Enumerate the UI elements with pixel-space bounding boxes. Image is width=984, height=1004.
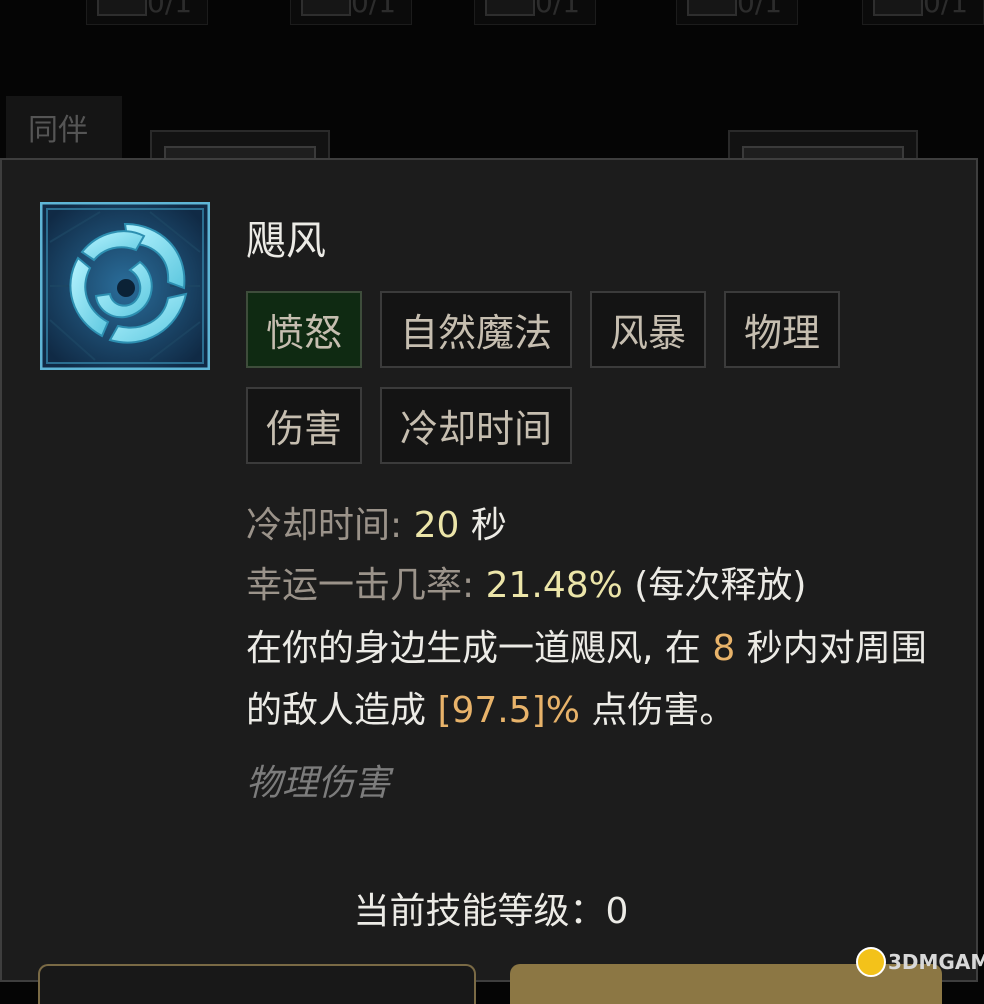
description-text: 点伤害。 — [579, 690, 736, 731]
duration-value: 8 — [712, 628, 736, 669]
cooldown-value: 20 — [413, 505, 460, 546]
skill-tooltip: 飓风 愤怒 自然魔法 风暴 物理 伤害 冷却时间 冷却时间: 20 秒 幸运一击… — [0, 158, 978, 1004]
slot-frame — [687, 0, 737, 16]
description-text: 在你的身边生成一道飓风, 在 — [246, 628, 713, 669]
background-skill-slot[interactable]: 0/1 — [862, 0, 984, 25]
background-skill-frame — [728, 130, 918, 160]
skill-tags: 愤怒 自然魔法 风暴 物理 伤害 冷却时间 — [246, 291, 886, 464]
watermark-logo-icon — [856, 947, 886, 977]
cooldown-unit: 秒 — [459, 505, 507, 546]
background-skill-frame — [150, 130, 330, 160]
cooldown-stat: 冷却时间: 20 秒 — [246, 496, 507, 548]
background-skill-slot[interactable]: 0/1 — [86, 0, 208, 25]
left-action-button[interactable] — [38, 964, 476, 1004]
slot-count: 0/1 — [535, 0, 581, 19]
damage-value: [97.5]% — [437, 690, 580, 731]
tag-physical: 物理 — [724, 291, 841, 368]
skill-title: 飓风 — [246, 218, 326, 264]
background-skill-slot[interactable]: 0/1 — [676, 0, 798, 25]
lucky-hit-label: 幸运一击几率: — [246, 565, 486, 606]
tag-cooldown: 冷却时间 — [380, 387, 573, 464]
watermark-text: 3DMGAME — [888, 950, 984, 974]
background-skill-slot[interactable]: 0/1 — [290, 0, 412, 25]
tag-nature-magic: 自然魔法 — [380, 291, 573, 368]
background-slot-row: 0/1 0/1 0/1 0/1 0/1 — [0, 0, 984, 30]
slot-count: 0/1 — [923, 0, 969, 19]
lucky-hit-value: 21.48% — [485, 565, 623, 606]
hurricane-swirl-icon — [40, 202, 210, 370]
slot-count: 0/1 — [147, 0, 193, 19]
background-skill-slot[interactable]: 0/1 — [474, 0, 596, 25]
slot-frame — [301, 0, 351, 16]
tag-fury: 愤怒 — [246, 291, 363, 368]
slot-frame — [485, 0, 535, 16]
tag-damage: 伤害 — [246, 387, 363, 464]
slot-count: 0/1 — [351, 0, 397, 19]
cooldown-label: 冷却时间: — [246, 505, 414, 546]
current-skill-level: 当前技能等级：0 — [353, 891, 629, 932]
lucky-hit-stat: 幸运一击几率: 21.48% (每次释放) — [246, 556, 806, 608]
lucky-hit-suffix: (每次释放) — [622, 565, 807, 606]
watermark: 3DMGAME — [856, 946, 984, 978]
damage-type: 物理伤害 — [246, 763, 391, 804]
slot-frame — [873, 0, 923, 16]
tab-companion[interactable]: 同伴 — [6, 96, 122, 158]
skill-description: 在你的身边生成一道飓风, 在 8 秒内对周围的敌人造成 [97.5]% 点伤害。 — [246, 618, 946, 742]
slot-frame — [97, 0, 147, 16]
tag-storm: 风暴 — [590, 291, 707, 368]
slot-count: 0/1 — [737, 0, 783, 19]
